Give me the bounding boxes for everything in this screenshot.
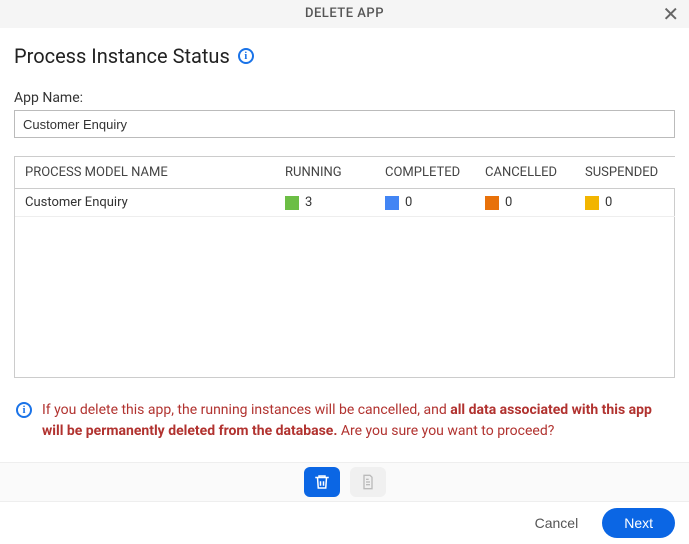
section-title: Process Instance Status: [14, 44, 230, 68]
col-header-running: RUNNING: [275, 157, 375, 189]
close-icon[interactable]: ✕: [657, 0, 685, 28]
info-icon: [16, 402, 32, 418]
table-row: Customer Enquiry 3 0 0 0: [15, 189, 675, 217]
step-delete-icon[interactable]: [304, 467, 340, 497]
cell-name: Customer Enquiry: [15, 189, 275, 217]
document-icon: [360, 473, 376, 491]
cell-suspended-value: 0: [605, 195, 612, 210]
next-button[interactable]: Next: [602, 508, 675, 538]
section-title-row: Process Instance Status: [14, 44, 675, 68]
cell-completed: 0: [375, 189, 475, 217]
status-swatch-completed: [385, 196, 399, 210]
col-header-suspended: SUSPENDED: [575, 157, 675, 189]
cell-running-value: 3: [305, 195, 312, 210]
status-swatch-running: [285, 196, 299, 210]
dialog-footer: Cancel Next: [0, 502, 689, 544]
col-header-name: PROCESS MODEL NAME: [15, 157, 275, 189]
col-header-cancelled: CANCELLED: [475, 157, 575, 189]
cell-completed-value: 0: [405, 195, 412, 210]
process-table-container: PROCESS MODEL NAME RUNNING COMPLETED CAN…: [14, 156, 675, 378]
wizard-step-bar: [0, 462, 689, 502]
dialog-header: DELETE APP ✕: [0, 0, 689, 28]
status-swatch-cancelled: [485, 196, 499, 210]
cell-running: 3: [275, 189, 375, 217]
status-swatch-suspended: [585, 196, 599, 210]
app-name-label: App Name:: [14, 90, 675, 106]
dialog-body: Process Instance Status App Name: PROCES…: [0, 28, 689, 442]
cancel-button[interactable]: Cancel: [527, 509, 587, 537]
col-header-completed: COMPLETED: [375, 157, 475, 189]
warning-text: If you delete this app, the running inst…: [42, 400, 673, 442]
info-icon[interactable]: [238, 48, 254, 64]
cell-cancelled: 0: [475, 189, 575, 217]
step-summary-icon: [350, 467, 386, 497]
cell-cancelled-value: 0: [505, 195, 512, 210]
cell-suspended: 0: [575, 189, 675, 217]
app-name-input[interactable]: [14, 110, 675, 138]
warning-post: Are you sure you want to proceed?: [337, 423, 554, 439]
dialog-title: DELETE APP: [305, 6, 384, 21]
warning-message: If you delete this app, the running inst…: [14, 400, 675, 442]
trash-icon: [313, 473, 331, 491]
table-header-row: PROCESS MODEL NAME RUNNING COMPLETED CAN…: [15, 157, 675, 189]
process-table: PROCESS MODEL NAME RUNNING COMPLETED CAN…: [15, 157, 675, 217]
warning-pre: If you delete this app, the running inst…: [42, 402, 450, 418]
